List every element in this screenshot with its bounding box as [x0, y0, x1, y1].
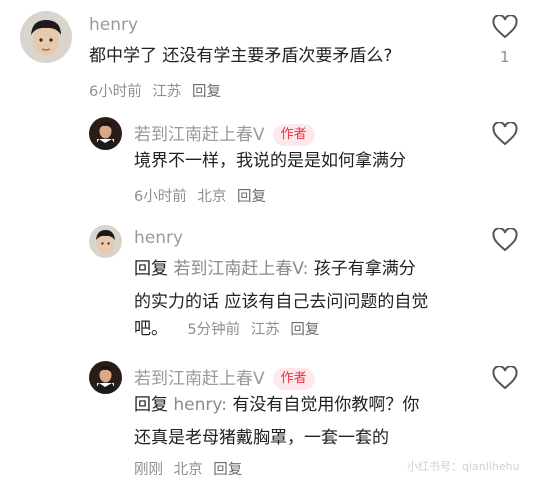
comment-username[interactable]: henry — [134, 228, 183, 248]
comment-username[interactable]: henry — [89, 15, 138, 35]
comment-text-line: 孩子有拿满分 — [313, 259, 416, 279]
avatar[interactable] — [89, 361, 122, 394]
comment-time: 5分钟前 — [187, 322, 241, 338]
comment-text-line: 吧。 5分钟前 江苏 回复 — [134, 313, 325, 347]
comment-location: 江苏 — [152, 84, 182, 100]
comment-time: 6小时前 — [89, 84, 142, 100]
reply-button[interactable]: 回复 — [237, 189, 266, 205]
comment-text: 都中学了 还没有学主要矛盾次要矛盾么? — [89, 46, 393, 66]
comment-text: 回复 若到江南赶上春V: 孩子有拿满分 的实力的话 应该有自己去问问题的自觉 — [134, 253, 428, 319]
reply-button[interactable]: 回复 — [192, 84, 221, 100]
comment-text-line: 有没有自觉用你教啊？你 — [232, 395, 420, 415]
author-name[interactable]: 若到江南赶上春V — [134, 125, 265, 145]
comment-meta: 刚刚 北京 回复 — [134, 458, 248, 479]
comment-meta: 6小时前 江苏 回复 — [89, 80, 227, 101]
comment-location: 北京 — [173, 462, 203, 478]
author-badge: 作者 — [272, 368, 315, 390]
like-heart-icon[interactable] — [492, 121, 518, 150]
avatar[interactable] — [89, 117, 122, 150]
avatar[interactable] — [89, 225, 122, 258]
comment-text: 回复 henry: 有没有自觉用你教啊？你 还真是老母猪戴胸罩，一套一套的 — [134, 389, 419, 455]
reply-to-username[interactable]: henry: — [173, 395, 227, 415]
like-count: 1 — [500, 48, 510, 66]
reply-to-username[interactable]: 若到江南赶上春V: — [173, 259, 308, 279]
like-heart-icon[interactable] — [492, 365, 518, 394]
comment-time: 6小时前 — [134, 189, 187, 205]
avatar[interactable] — [20, 11, 72, 63]
comment-text-end: 吧。 — [134, 319, 168, 339]
like-heart-icon[interactable] — [492, 14, 518, 43]
author-name[interactable]: 若到江南赶上春V — [134, 369, 265, 389]
reply-prefix: 回复 — [134, 395, 168, 415]
comment-meta: 5分钟前 江苏 回复 — [187, 322, 325, 338]
comment-location: 江苏 — [250, 322, 280, 338]
comment-meta: 6小时前 北京 回复 — [134, 185, 272, 206]
reply-prefix: 回复 — [134, 259, 168, 279]
comment-username[interactable]: 若到江南赶上春V 作者 — [134, 364, 315, 390]
comment-text: 境界不一样，我说的是是如何拿满分 — [134, 151, 406, 171]
comment-username[interactable]: 若到江南赶上春V 作者 — [134, 120, 315, 146]
reply-button[interactable]: 回复 — [213, 462, 242, 478]
reply-button[interactable]: 回复 — [290, 322, 319, 338]
watermark: 小红书号：qianlihehu — [407, 460, 520, 473]
comment-text-line: 还真是老母猪戴胸罩，一套一套的 — [134, 428, 389, 448]
comment-location: 北京 — [197, 189, 227, 205]
like-heart-icon[interactable] — [492, 227, 518, 256]
author-badge: 作者 — [272, 124, 315, 146]
comment-time: 刚刚 — [134, 462, 163, 478]
